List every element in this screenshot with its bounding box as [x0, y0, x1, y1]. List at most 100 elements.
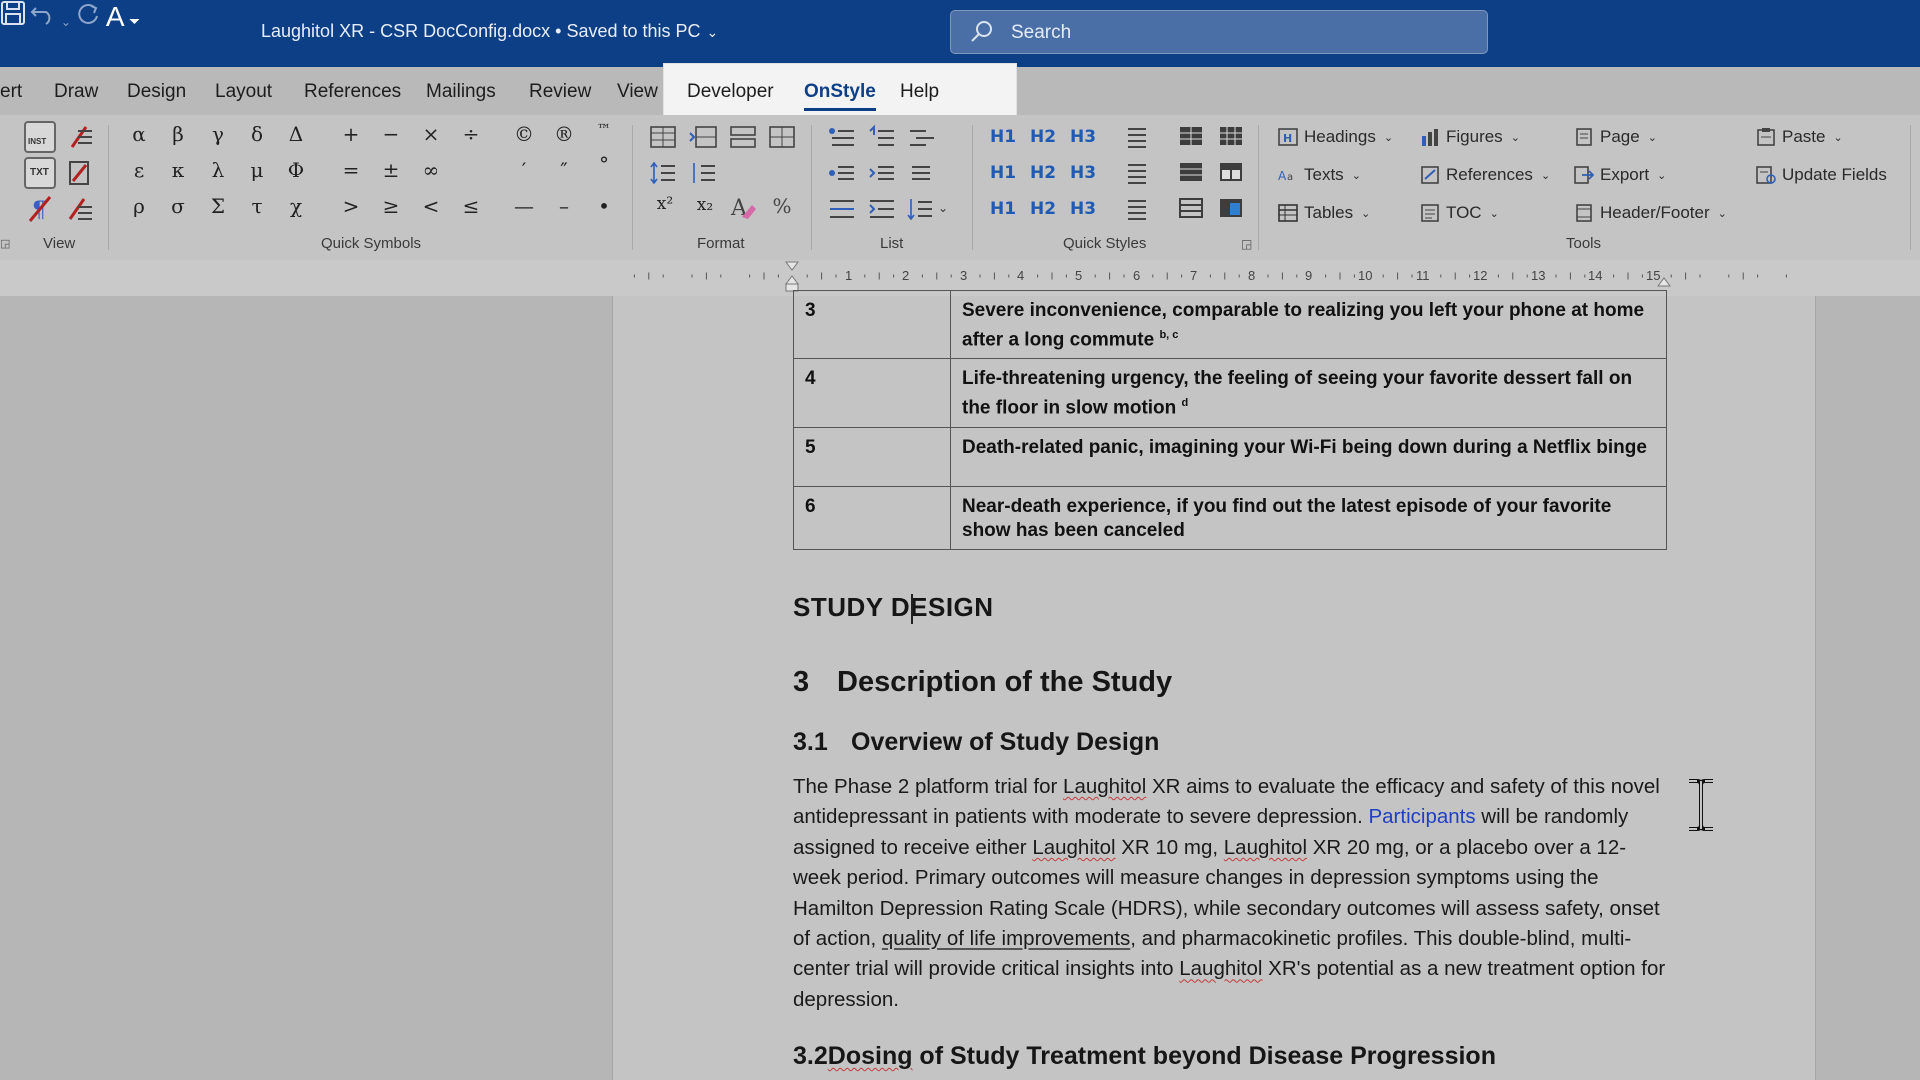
tab-help[interactable]: Help: [900, 81, 939, 103]
symbol-times[interactable]: ×: [416, 122, 446, 146]
references-menu[interactable]: References ⌄: [1420, 165, 1550, 185]
heading-style-h1-c[interactable]: H1: [990, 199, 1016, 219]
tab-onstyle[interactable]: OnStyle: [804, 81, 876, 111]
inst-view-button[interactable]: INST: [24, 121, 56, 153]
font-format-icon[interactable]: A: [106, 1, 125, 32]
symbol-tau[interactable]: τ: [242, 194, 272, 218]
field-codes-icon[interactable]: [64, 159, 94, 187]
search-box[interactable]: Search: [950, 10, 1488, 54]
align-style-2-icon[interactable]: [1122, 159, 1152, 187]
heading-2[interactable]: 3.1 Overview of Study Design: [793, 728, 1159, 757]
indent-marker-icon[interactable]: [784, 260, 800, 294]
pilcrow-icon[interactable]: ¶: [26, 195, 56, 223]
export-menu[interactable]: Export ⌄: [1574, 165, 1666, 185]
study-design-heading[interactable]: STUDY DESIGN: [793, 592, 994, 623]
paragraph-marks-icon[interactable]: [64, 123, 94, 151]
insert-table-icon[interactable]: [648, 123, 678, 151]
table-style-4-icon[interactable]: [1216, 159, 1246, 187]
symbol-capital-sigma[interactable]: Σ: [203, 194, 233, 218]
table-cell-text[interactable]: Death-related panic, imagining your Wi-F…: [950, 426, 1667, 487]
symbol-greater-equal[interactable]: ≥: [376, 194, 406, 218]
hidden-text-icon[interactable]: [64, 195, 94, 223]
percent-format-icon[interactable]: %: [767, 194, 797, 218]
symbol-trademark[interactable]: ™: [589, 122, 619, 138]
symbol-double-prime[interactable]: ″: [549, 158, 579, 182]
header-footer-menu[interactable]: Header/Footer ⌄: [1574, 203, 1727, 223]
paste-menu[interactable]: Paste ⌄: [1756, 127, 1843, 147]
table-style-5-icon[interactable]: [1176, 195, 1206, 223]
numbering-icon[interactable]: [906, 195, 936, 223]
headings-menu[interactable]: H Headings ⌄: [1278, 127, 1393, 147]
table-cell-number[interactable]: 5: [793, 426, 951, 487]
heading-style-h2-c[interactable]: H2: [1030, 199, 1056, 219]
tab-insert[interactable]: ert: [0, 81, 22, 103]
align-style-3-icon[interactable]: [1122, 195, 1152, 223]
undo-dropdown-icon[interactable]: ⌄: [61, 15, 71, 29]
clear-formatting-icon[interactable]: A: [728, 193, 758, 221]
table-grid-icon[interactable]: [767, 123, 797, 151]
customize-qat-icon[interactable]: ⏷: [129, 13, 140, 29]
heading-style-h2-b[interactable]: H2: [1030, 163, 1056, 183]
table-cell-number[interactable]: 3: [793, 289, 951, 360]
symbol-mu[interactable]: μ: [242, 158, 272, 182]
symbol-less-equal[interactable]: ≤: [456, 194, 486, 218]
symbol-plus-minus[interactable]: ±: [376, 158, 406, 182]
symbol-beta[interactable]: β: [163, 122, 193, 146]
symbol-gamma[interactable]: γ: [203, 122, 233, 146]
symbol-degree[interactable]: °: [589, 152, 619, 176]
heading-style-h2-a[interactable]: H2: [1030, 127, 1056, 147]
align-style-1-icon[interactable]: [1122, 123, 1152, 151]
update-fields-button[interactable]: Update Fields: [1756, 165, 1887, 185]
symbol-lambda[interactable]: λ: [203, 158, 233, 182]
numbering-dropdown-icon[interactable]: ⌄: [938, 201, 948, 215]
tables-menu[interactable]: Tables ⌄: [1278, 203, 1370, 223]
list-style-1-icon[interactable]: [826, 123, 856, 151]
paragraph-spacing-icon[interactable]: [688, 159, 718, 187]
symbol-alpha[interactable]: α: [124, 122, 154, 146]
increase-indent-icon[interactable]: [866, 195, 896, 223]
symbol-delta[interactable]: δ: [242, 122, 272, 146]
tab-design[interactable]: Design: [127, 81, 186, 103]
table-cell-text[interactable]: Life-threatening urgency, the feeling of…: [950, 358, 1667, 428]
table-style-1-icon[interactable]: [1176, 123, 1206, 151]
symbol-infinity[interactable]: ∞: [416, 158, 446, 182]
right-indent-marker-icon[interactable]: [1656, 276, 1672, 290]
symbol-bullet[interactable]: •: [589, 194, 619, 218]
page-menu[interactable]: Page ⌄: [1574, 127, 1657, 147]
symbol-divide[interactable]: ÷: [456, 122, 486, 146]
heading-3-2[interactable]: 3.2Dosing of Study Treatment beyond Dise…: [793, 1042, 1496, 1071]
list-style-2-icon[interactable]: [866, 123, 896, 151]
tab-mailings[interactable]: Mailings: [426, 81, 496, 103]
line-spacing-icon[interactable]: [648, 159, 678, 187]
symbol-en-dash[interactable]: –: [549, 194, 579, 218]
list-style-5-icon[interactable]: [866, 159, 896, 187]
document-page[interactable]: 3 Severe inconvenience, comparable to re…: [612, 289, 1816, 1080]
table-style-2-icon[interactable]: [1216, 123, 1246, 151]
symbol-epsilon[interactable]: ε: [124, 158, 154, 182]
table-cell-number[interactable]: 6: [793, 485, 951, 550]
symbol-prime[interactable]: ′: [509, 158, 539, 182]
symbol-registered[interactable]: ®: [549, 122, 579, 146]
tab-references[interactable]: References: [304, 81, 401, 103]
symbol-copyright[interactable]: ©: [509, 122, 539, 146]
participants-link[interactable]: Participants: [1368, 805, 1475, 828]
table-style-3-icon[interactable]: [1176, 159, 1206, 187]
figures-menu[interactable]: Figures ⌄: [1420, 127, 1520, 147]
table-split-icon[interactable]: [728, 123, 758, 151]
heading-style-h1-b[interactable]: H1: [990, 163, 1016, 183]
quick-styles-launcher-icon[interactable]: ◲: [1241, 237, 1252, 251]
list-style-3-icon[interactable]: [906, 123, 936, 151]
table-style-6-icon[interactable]: [1216, 195, 1246, 223]
quality-of-life-link[interactable]: quality of life improvements: [882, 927, 1130, 950]
symbol-less[interactable]: <: [416, 194, 446, 218]
tab-review[interactable]: Review: [529, 81, 591, 103]
undo-icon[interactable]: [30, 7, 60, 30]
tab-layout[interactable]: Layout: [215, 81, 272, 103]
heading-style-h1-a[interactable]: H1: [990, 127, 1016, 147]
heading-1[interactable]: 3 Description of the Study: [793, 666, 1172, 699]
tab-draw[interactable]: Draw: [54, 81, 98, 103]
symbol-equals[interactable]: =: [336, 158, 366, 182]
heading-style-h3-b[interactable]: H3: [1070, 163, 1096, 183]
txt-view-button[interactable]: TXT: [24, 157, 56, 189]
body-paragraph[interactable]: The Phase 2 platform trial for Laughitol…: [793, 772, 1673, 1015]
